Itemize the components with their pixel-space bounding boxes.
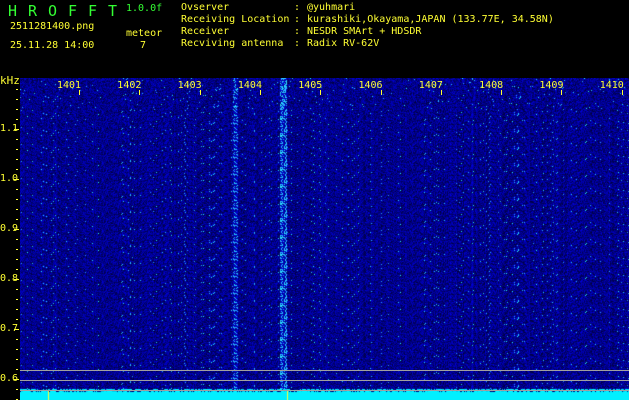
freq-label: 1405 (298, 80, 323, 91)
minor-tick (16, 149, 18, 150)
info-value: NESDR SMArt + HDSDR (307, 26, 422, 37)
info-value: kurashiki,Okayama,JAPAN (133.77E, 34.58N… (307, 14, 554, 25)
minor-tick (16, 99, 18, 100)
info-value: @yuhmari (307, 2, 356, 13)
freq-tick (440, 90, 442, 95)
minor-tick (16, 109, 18, 110)
minor-tick (16, 349, 18, 350)
minor-tick (16, 359, 18, 360)
minor-tick (16, 379, 18, 380)
minor-tick (16, 239, 18, 240)
unit-label: kHz (0, 74, 20, 87)
freq-tick (621, 90, 623, 95)
freq-label: 1407 (418, 80, 443, 91)
version: 1.0.0f (126, 3, 163, 14)
minor-tick (16, 199, 18, 200)
minor-tick (16, 389, 18, 390)
minor-tick (16, 119, 18, 120)
freq-tick (259, 90, 261, 95)
divider-line (20, 370, 629, 371)
minor-tick (16, 259, 18, 260)
minor-tick (16, 299, 18, 300)
title-letter: H (8, 2, 18, 20)
info-labels: Ovserver Receiving Location Receiver Recviv… (181, 2, 289, 50)
freq-label: 1410 (599, 80, 624, 91)
freq-label: 1401 (57, 80, 82, 91)
minor-tick (16, 269, 18, 270)
title-letter: F (68, 2, 78, 20)
minor-tick (16, 309, 18, 310)
info-label: Recviving antenna (181, 38, 284, 49)
minor-tick (16, 179, 18, 180)
divider-line (20, 380, 629, 381)
app-title: HROFFT (8, 1, 128, 20)
minor-tick (16, 169, 18, 170)
minor-tick (16, 249, 18, 250)
freq-tick (380, 90, 382, 95)
minor-tick (16, 219, 18, 220)
minor-tick (16, 139, 18, 140)
title-letter: T (108, 2, 118, 20)
info-values: @yuhmari kurashiki,Okayama,JAPAN (133.77E… (307, 2, 554, 50)
meteor-count: 7 (140, 40, 147, 51)
minor-tick (16, 129, 18, 130)
datetime: 25.11.28 14:00 (10, 40, 95, 51)
info-value: Radix RV-62V (307, 38, 380, 49)
freq-tick (501, 90, 503, 95)
minor-tick (16, 89, 18, 90)
minor-tick (16, 209, 18, 210)
info-label: Receiving Location (181, 14, 290, 25)
minor-tick (16, 229, 18, 230)
freq-tick (320, 90, 322, 95)
minor-tick (16, 339, 18, 340)
minor-tick (16, 189, 18, 190)
divider-line (20, 390, 629, 391)
minor-tick (16, 159, 18, 160)
minor-tick (16, 319, 18, 320)
title-letter: F (88, 2, 98, 20)
filename: 2511281400.png (10, 21, 95, 32)
info-colons: :::: (294, 2, 301, 49)
meteor-label: meteor (126, 28, 163, 39)
freq-label: 1409 (539, 80, 564, 91)
minor-tick (16, 369, 18, 370)
freq-tick (139, 90, 141, 95)
minor-tick (16, 279, 18, 280)
title-letter: R (28, 2, 38, 20)
freq-label: 1403 (177, 80, 202, 91)
freq-tick (199, 90, 201, 95)
freq-label: 1402 (117, 80, 142, 91)
info-label: Receiver (181, 26, 230, 37)
minor-tick (16, 289, 18, 290)
title-letter: O (48, 2, 58, 20)
freq-label: 1406 (358, 80, 383, 91)
freq-tick (79, 90, 80, 95)
info-label: Ovserver (181, 2, 230, 13)
spectrogram (20, 78, 629, 400)
freq-tick (561, 90, 563, 95)
minor-tick (16, 329, 18, 330)
freq-label: 1408 (479, 80, 504, 91)
freq-label: 1404 (237, 80, 262, 91)
